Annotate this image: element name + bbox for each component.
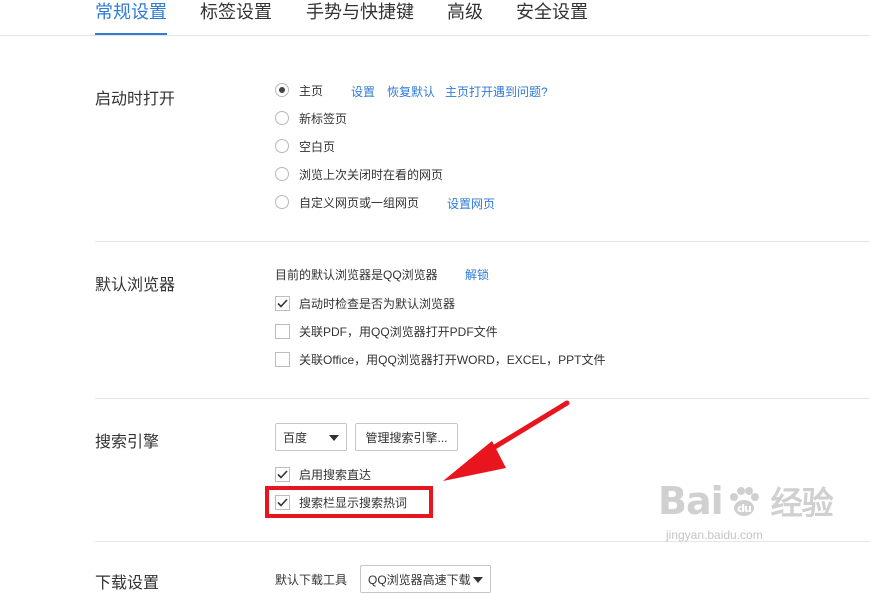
paw-icon: du (725, 482, 763, 520)
svg-text:du: du (737, 502, 751, 515)
watermark-logo: Bai du 经验 (658, 479, 834, 523)
baidu-jingyan-watermark: Bai du 经验 jingyan.baidu.com (658, 478, 834, 542)
watermark-url: jingyan.baidu.com (666, 528, 763, 542)
